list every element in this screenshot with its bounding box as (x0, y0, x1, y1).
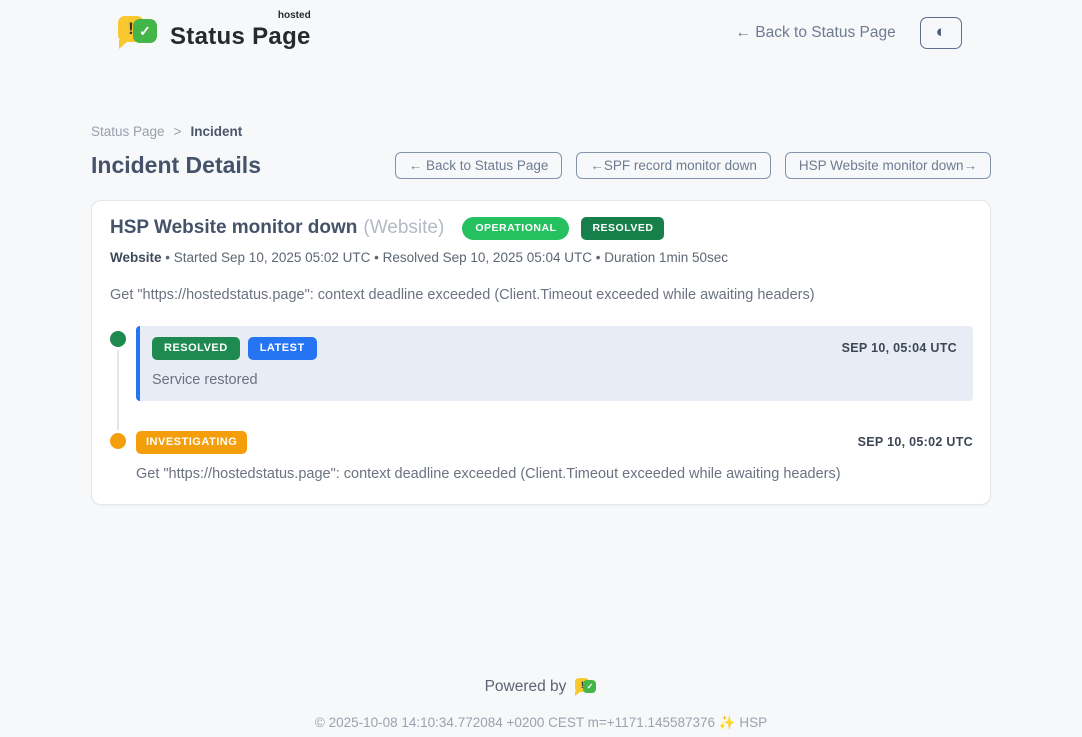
half-circle-icon: ◐ (936, 22, 946, 41)
breadcrumb-status-page[interactable]: Status Page (91, 124, 165, 139)
copyright-text: © 2025-10-08 14:10:34.772084 +0200 CEST … (91, 715, 991, 731)
incident-description: Get "https://hostedstatus.page": context… (110, 287, 973, 303)
incident-timeline: RESOLVED LATEST SEP 10, 05:04 UTC Servic… (110, 329, 973, 482)
checkmark-icon: ✓ (133, 19, 157, 43)
powered-by-label: Powered by (485, 678, 567, 696)
timeline-entry-resolved: RESOLVED LATEST SEP 10, 05:04 UTC Servic… (110, 329, 973, 401)
powered-by-link[interactable]: Powered by ! ✓ (91, 677, 991, 698)
breadcrumb-incident: Incident (190, 124, 242, 139)
title-row: Incident Details ← Back to Status Page ←… (91, 152, 991, 179)
statuspage-mini-logo-icon: ! ✓ (575, 677, 597, 698)
back-to-status-page-button[interactable]: ← Back to Status Page (395, 152, 563, 179)
incident-title-row: HSP Website monitor down (Website) OPERA… (110, 217, 973, 240)
page-title: Incident Details (91, 152, 261, 179)
timeline-entry-head: RESOLVED LATEST SEP 10, 05:04 UTC (152, 337, 957, 360)
timeline-entry-content: INVESTIGATING SEP 10, 05:02 UTC Get "htt… (136, 431, 973, 482)
incident-card: HSP Website monitor down (Website) OPERA… (91, 200, 991, 505)
statuspage-logo[interactable]: ! ✓ Status Page hosted (118, 14, 311, 52)
logo-wordmark: Status Page hosted (170, 15, 311, 51)
header-back-link[interactable]: ← Back to Status Page (735, 24, 895, 42)
logo-text: Status Page (170, 23, 311, 50)
timeline-entry-content: RESOLVED LATEST SEP 10, 05:04 UTC Servic… (136, 326, 973, 401)
statuspage-logo-icon: ! ✓ (118, 14, 158, 52)
timeline-entry-investigating: INVESTIGATING SEP 10, 05:02 UTC Get "htt… (110, 431, 973, 482)
timeline-message: Service restored (152, 372, 957, 388)
incident-title: HSP Website monitor down (110, 217, 357, 239)
timeline-entry-badges: INVESTIGATING (136, 431, 247, 454)
timeline-timestamp: SEP 10, 05:02 UTC (858, 435, 973, 449)
timeline-entry-badges: RESOLVED LATEST (152, 337, 317, 360)
incident-meta-details: • Started Sep 10, 2025 05:02 UTC • Resol… (165, 250, 728, 265)
header: ! ✓ Status Page hosted ← Back to Status … (0, 0, 1082, 66)
logo-hosted-label: hosted (278, 10, 311, 21)
incident-meta: Website • Started Sep 10, 2025 05:02 UTC… (110, 250, 973, 265)
operational-status-badge: OPERATIONAL (462, 217, 569, 240)
checkmark-icon: ✓ (583, 680, 596, 693)
breadcrumb: Status Page > Incident (91, 124, 991, 139)
timeline-message: Get "https://hostedstatus.page": context… (136, 466, 973, 482)
incident-component: (Website) (363, 217, 444, 239)
next-incident-button[interactable]: HSP Website monitor down→ (785, 152, 991, 179)
latest-badge: LATEST (248, 337, 317, 360)
prev-incident-button[interactable]: ←SPF record monitor down (576, 152, 771, 179)
timeline-entry-head: INVESTIGATING SEP 10, 05:02 UTC (136, 431, 973, 454)
timeline-timestamp: SEP 10, 05:04 UTC (842, 341, 957, 355)
resolved-badge: RESOLVED (152, 337, 240, 360)
investigating-badge: INVESTIGATING (136, 431, 247, 454)
main-content: Status Page > Incident Incident Details … (91, 124, 991, 731)
timeline-dot-investigating (110, 433, 126, 449)
resolved-status-badge: RESOLVED (581, 217, 664, 240)
theme-toggle-button[interactable]: ◐ (920, 17, 962, 50)
timeline-dot-resolved (110, 331, 126, 347)
footer: Powered by ! ✓ © 2025-10-08 14:10:34.772… (91, 677, 991, 731)
incident-nav-buttons: ← Back to Status Page ←SPF record monito… (395, 152, 991, 179)
incident-meta-component: Website (110, 250, 162, 265)
header-actions: ← Back to Status Page ◐ (735, 17, 962, 50)
breadcrumb-separator-icon: > (174, 124, 182, 139)
